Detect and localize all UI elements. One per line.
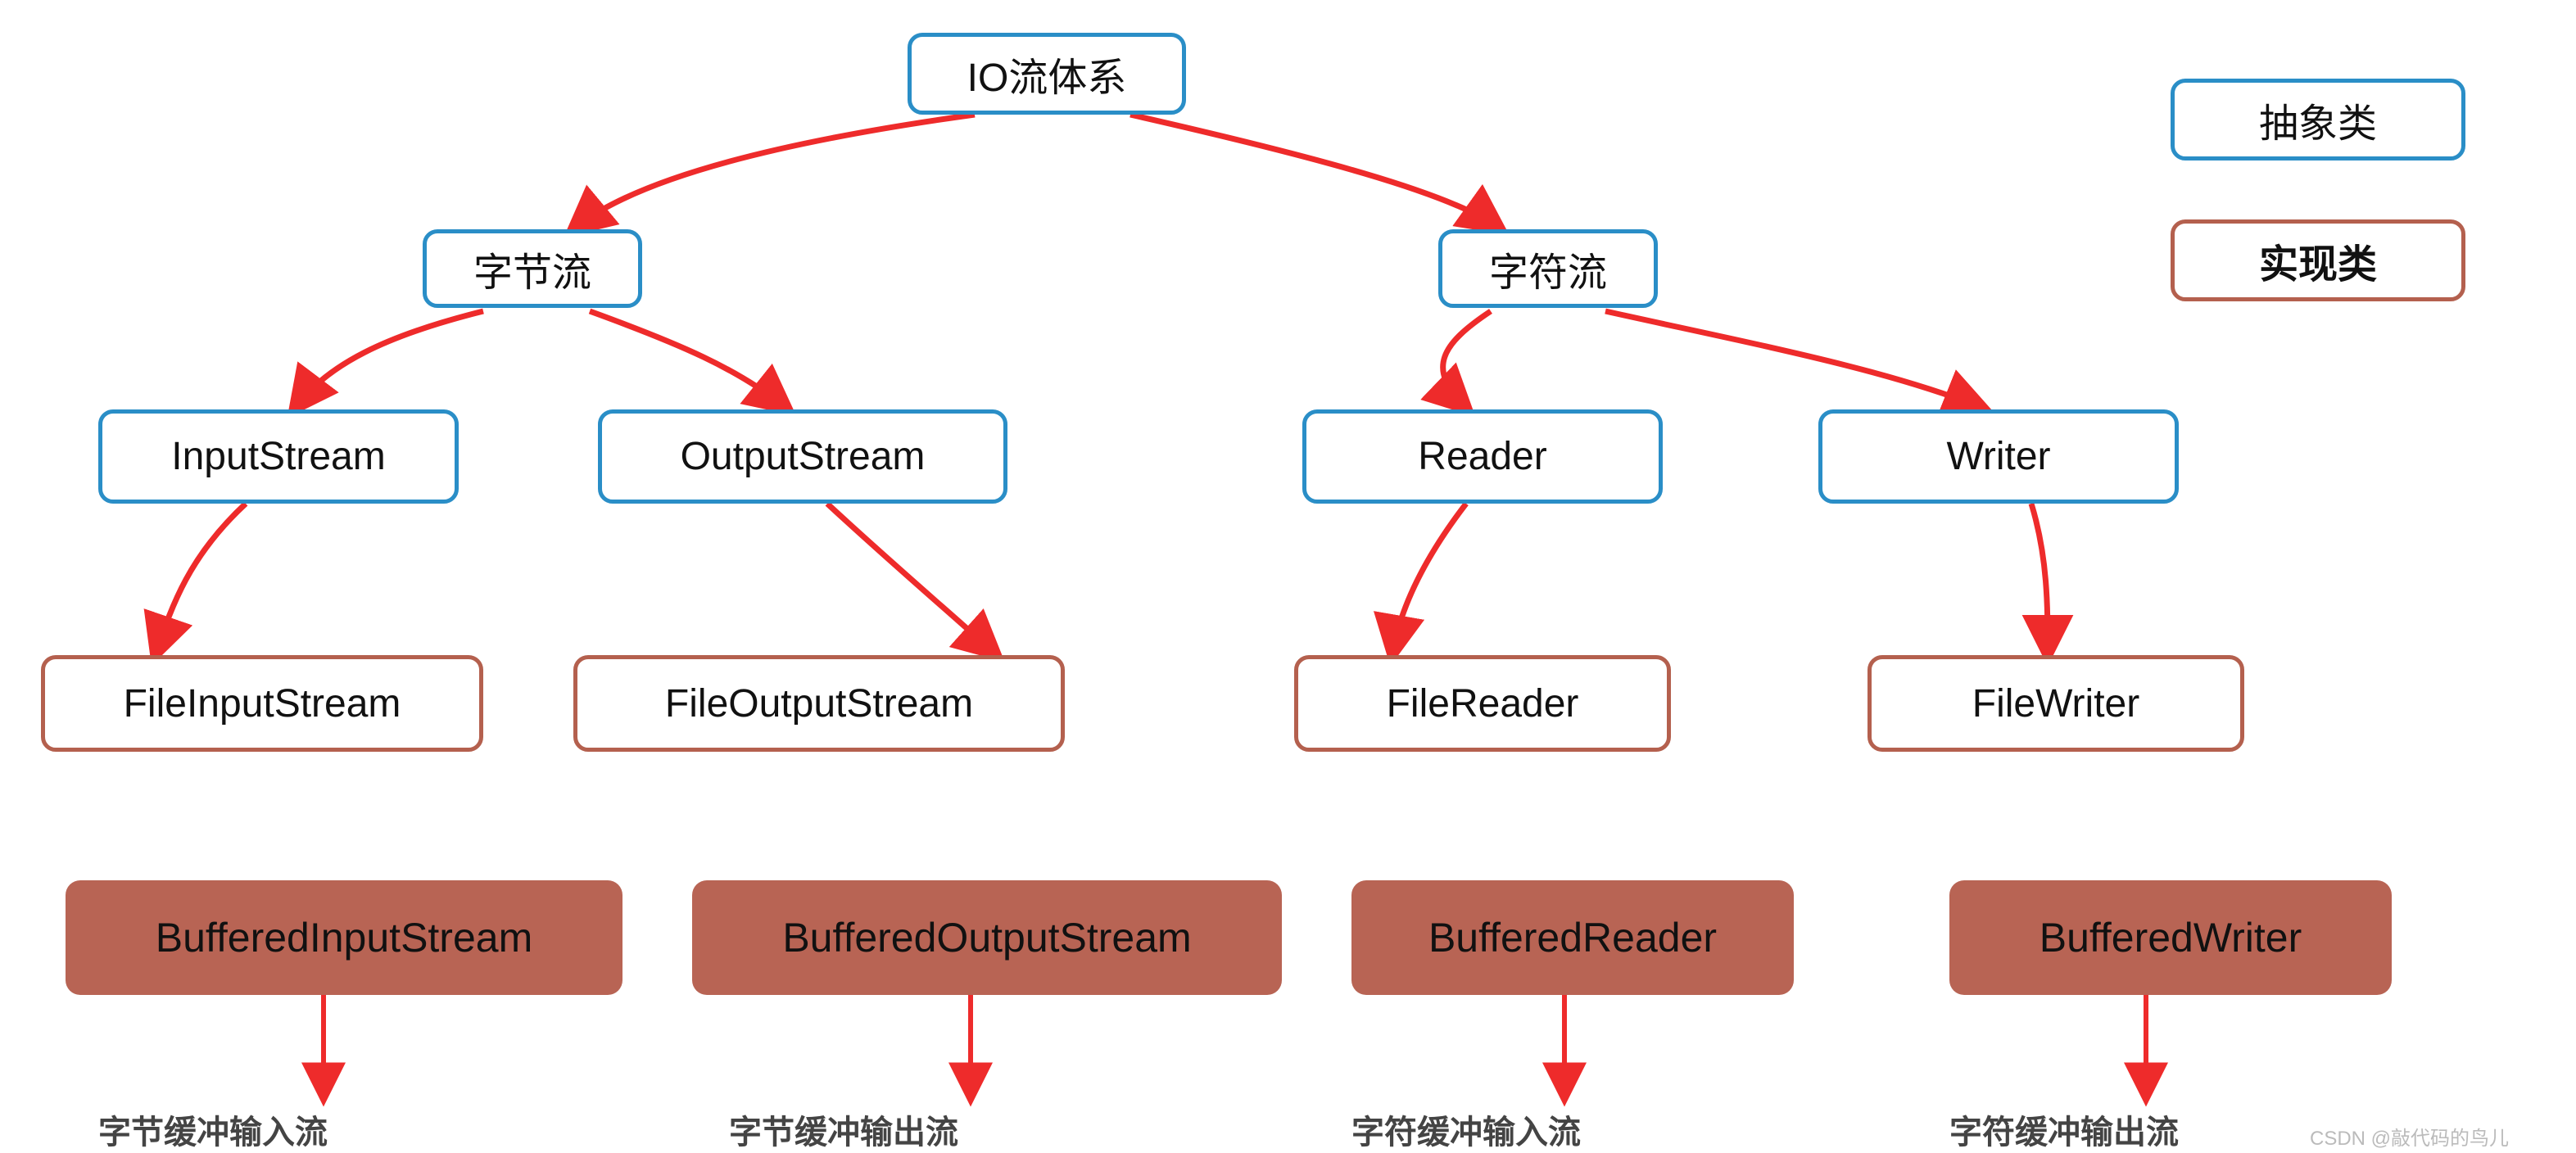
node-input-stream: InputStream (98, 409, 459, 504)
node-output-stream-label: OutputStream (681, 434, 926, 479)
node-buffered-writer-label: BufferedWriter (2040, 914, 2302, 961)
legend-impl-label: 实现类 (2259, 232, 2377, 289)
node-file-input-stream: FileInputStream (41, 655, 483, 752)
node-byte-stream: 字节流 (423, 229, 642, 308)
node-file-writer: FileWriter (1867, 655, 2244, 752)
node-buffered-reader-label: BufferedReader (1428, 914, 1717, 961)
node-char-stream: 字符流 (1438, 229, 1658, 308)
node-buffered-writer: BufferedWriter (1949, 880, 2392, 995)
node-output-stream: OutputStream (598, 409, 1007, 504)
caption-buffered-input-stream: 字节缓冲输入流 (98, 1106, 328, 1153)
node-file-output-stream-label: FileOutputStream (665, 681, 973, 726)
node-writer-label: Writer (1946, 434, 2050, 479)
caption-buffered-output-stream: 字节缓冲输出流 (729, 1106, 958, 1153)
node-reader-label: Reader (1418, 434, 1546, 479)
node-writer: Writer (1818, 409, 2179, 504)
node-char-stream-label: 字符流 (1489, 240, 1607, 297)
caption-buffered-writer: 字符缓冲输出流 (1949, 1106, 2179, 1153)
node-io-root: IO流体系 (908, 33, 1186, 115)
legend-impl: 实现类 (2171, 219, 2465, 301)
legend-abstract-label: 抽象类 (2259, 91, 2377, 148)
legend-abstract: 抽象类 (2171, 79, 2465, 161)
node-reader: Reader (1302, 409, 1663, 504)
node-buffered-reader: BufferedReader (1351, 880, 1794, 995)
node-buffered-input-stream: BufferedInputStream (66, 880, 622, 995)
node-file-reader: FileReader (1294, 655, 1671, 752)
node-input-stream-label: InputStream (171, 434, 385, 479)
caption-buffered-reader: 字符缓冲输入流 (1351, 1106, 1581, 1153)
node-byte-stream-label: 字节流 (473, 240, 591, 297)
node-buffered-input-stream-label: BufferedInputStream (156, 914, 532, 961)
node-io-root-label: IO流体系 (967, 45, 1127, 102)
node-file-reader-label: FileReader (1387, 681, 1579, 726)
node-file-output-stream: FileOutputStream (573, 655, 1065, 752)
node-buffered-output-stream: BufferedOutputStream (692, 880, 1282, 995)
node-file-input-stream-label: FileInputStream (124, 681, 401, 726)
node-file-writer-label: FileWriter (1972, 681, 2139, 726)
node-buffered-output-stream-label: BufferedOutputStream (782, 914, 1191, 961)
